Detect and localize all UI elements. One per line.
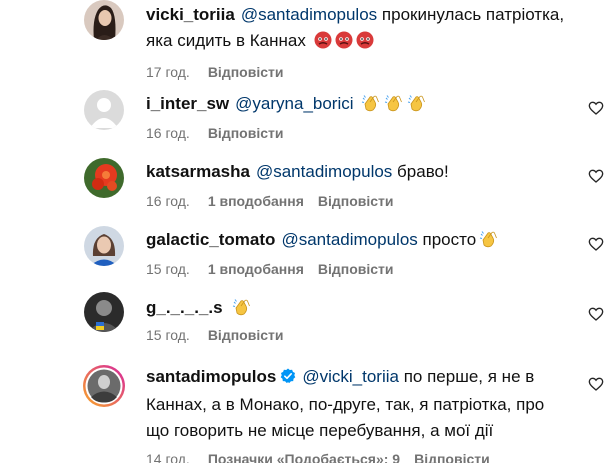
comment-username[interactable]: vicki_toriia (146, 5, 235, 24)
comment-text: яка сидить в Каннах (146, 31, 306, 50)
clapping-hands-icon (407, 94, 427, 112)
comment-text: Каннах, а в Монако, по-друге, так, я пат… (146, 395, 545, 414)
heart-outline-icon[interactable] (588, 306, 604, 322)
clapping-hands-icon (361, 94, 381, 112)
reply-button[interactable]: Відповісти (208, 325, 284, 345)
rage-face-icon (356, 31, 374, 49)
likes-count[interactable]: Позначки «Подобається»: 9 (208, 449, 400, 463)
heart-outline-icon[interactable] (588, 168, 604, 184)
comment-time: 15 год. (146, 327, 190, 343)
clapping-hands-icon (232, 298, 252, 316)
comment-mention[interactable]: @santadimopulos (256, 162, 392, 181)
comment-time: 16 год. (146, 125, 190, 141)
clapping-hands-icon (479, 230, 499, 248)
comment-text: по перше, я не в (403, 367, 535, 386)
comment-time: 15 год. (146, 261, 190, 277)
comments-thread: vicki_toriia @santadimopulos прокинулась … (0, 0, 616, 463)
reply-button[interactable]: Відповісти (208, 62, 284, 82)
comment-text: браво! (397, 162, 449, 181)
clapping-hands-icon (384, 94, 404, 112)
comment-text: просто (422, 230, 477, 249)
comment-username[interactable]: santadimopulos (146, 367, 276, 386)
comment-text: прокинулась патріотка, (381, 5, 565, 24)
comment-mention[interactable]: @yaryna_borici (235, 94, 353, 113)
rage-face-icon (314, 31, 332, 49)
reply-button[interactable]: Відповісти (318, 191, 394, 211)
avatar[interactable] (84, 158, 124, 198)
comment-mention[interactable]: @vicki_toriia (302, 367, 399, 386)
avatar[interactable] (82, 364, 126, 408)
comment-mention[interactable]: @santadimopulos (241, 5, 377, 24)
verified-badge-icon (280, 366, 296, 392)
comment-username[interactable]: i_inter_sw (146, 94, 229, 113)
heart-outline-icon[interactable] (588, 236, 604, 252)
avatar[interactable] (84, 90, 124, 130)
rage-face-icon (335, 31, 353, 49)
avatar[interactable] (84, 226, 124, 266)
comment-time: 14 год. (146, 451, 190, 463)
comment-time: 17 год. (146, 64, 190, 80)
comment-time: 16 год. (146, 193, 190, 209)
reply-button[interactable]: Відповісти (208, 123, 284, 143)
avatar[interactable] (84, 0, 124, 40)
reply-button[interactable]: Відповісти (318, 259, 394, 279)
likes-count[interactable]: 1 вподобання (208, 259, 304, 279)
heart-outline-icon[interactable] (588, 100, 604, 116)
avatar[interactable] (84, 292, 124, 332)
heart-outline-icon[interactable] (588, 376, 604, 392)
comment-username[interactable]: katsarmasha (146, 162, 250, 181)
reply-button[interactable]: Відповісти (414, 449, 490, 463)
comment-mention[interactable]: @santadimopulos (281, 230, 417, 249)
comment-username[interactable]: galactic_tomato (146, 230, 275, 249)
comment-username[interactable]: g_._._._.s (146, 298, 223, 317)
likes-count[interactable]: 1 вподобання (208, 191, 304, 211)
comment-text: що говорить не місце перебування, а мої … (146, 421, 494, 440)
